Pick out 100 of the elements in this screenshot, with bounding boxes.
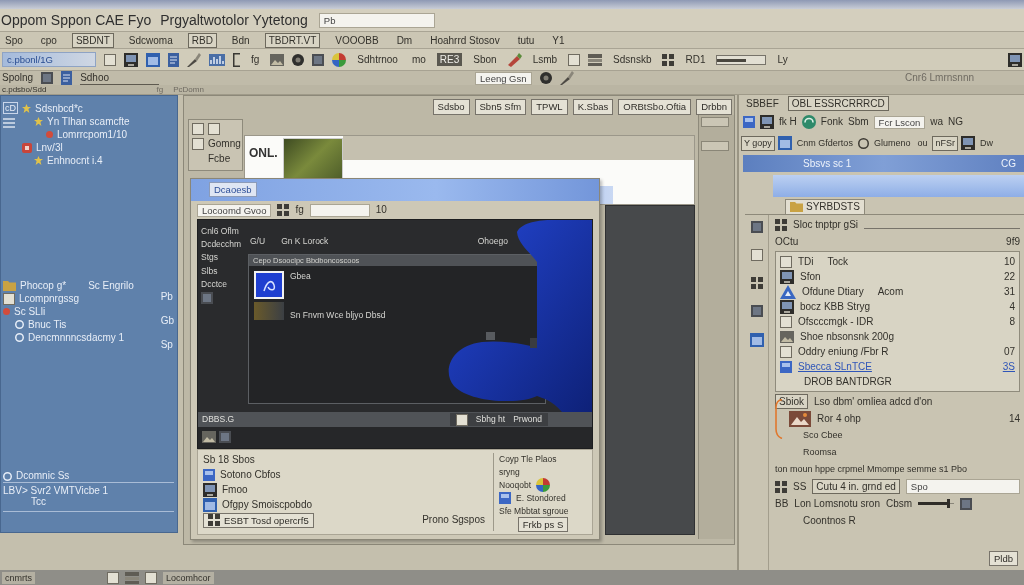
action-button[interactable]: Pldb (989, 551, 1018, 566)
menu-item[interactable]: Hoahrrd Stosov (427, 33, 503, 47)
wheel-icon[interactable] (536, 478, 551, 492)
square-icon[interactable] (312, 53, 325, 66)
toolbar-label[interactable]: fk H (779, 116, 797, 128)
menu-item[interactable]: Dm (393, 33, 416, 47)
toolbar-label[interactable]: RE3 (436, 53, 463, 66)
window-icon[interactable] (203, 469, 215, 481)
toolbar-label[interactable]: NG (948, 116, 964, 128)
brush-icon[interactable] (187, 52, 201, 67)
square-icon[interactable] (960, 497, 973, 510)
menu-item[interactable]: Spo (2, 33, 26, 47)
window-icon[interactable] (499, 492, 511, 504)
square-icon[interactable] (750, 221, 763, 233)
list-row[interactable]: bocz KBB Stryg 4 (780, 299, 1015, 314)
menu-item[interactable]: RBD (187, 32, 217, 48)
square-icon[interactable] (750, 305, 763, 317)
square-icon[interactable] (208, 123, 220, 135)
toolbar-label[interactable]: Fonk (820, 116, 843, 128)
list-row[interactable]: Sfon 22 (780, 269, 1015, 284)
tool-label[interactable]: Glumeno (871, 136, 913, 150)
toolbar-label[interactable]: fg (295, 204, 304, 216)
circle-icon[interactable] (539, 72, 552, 84)
option-label[interactable]: Spolng (2, 72, 34, 84)
tree-item[interactable]: Bnuc Tis (28, 318, 67, 331)
list-row[interactable]: Ofdune Dtiary Acom 31 (780, 284, 1015, 299)
square-icon[interactable] (41, 72, 54, 84)
window-icon[interactable] (203, 498, 217, 512)
list-row[interactable]: DROB BANTDRGR (780, 374, 1015, 389)
action-button[interactable]: Frkb ps S (517, 516, 569, 532)
toolbar-label[interactable]: Sbm (848, 116, 869, 128)
square-icon[interactable] (568, 53, 581, 66)
grid-icon[interactable] (662, 53, 675, 66)
toolbar-label[interactable]: wa (930, 116, 944, 128)
ring-icon[interactable] (857, 137, 869, 149)
swirl-icon[interactable] (801, 115, 816, 129)
action-button[interactable]: ESBT Tosd opercrf5 (203, 512, 314, 528)
toolbar-label[interactable]: RD1 (682, 53, 709, 66)
pen-icon[interactable] (507, 52, 522, 67)
tab-button[interactable]: Sbn5 Sfm (474, 99, 527, 115)
grid-icon[interactable] (775, 218, 787, 231)
tool-label[interactable]: ou (915, 136, 930, 150)
path-label[interactable]: c.pdsbo/Sdd (2, 85, 47, 94)
slider-track[interactable] (716, 54, 767, 65)
tree-item[interactable]: Enhnocnt i.4 (47, 154, 103, 167)
square-icon[interactable] (145, 571, 157, 584)
tree-item[interactable]: Phocop g* (20, 279, 67, 292)
document-icon[interactable] (61, 71, 73, 85)
small-button[interactable] (701, 117, 729, 127)
menu-item[interactable]: cpo (37, 33, 60, 47)
monitor-icon[interactable] (124, 52, 138, 67)
tree-item[interactable]: Sc SLli (14, 305, 46, 318)
tree-item[interactable]: Lnv/3l (36, 141, 63, 154)
tab[interactable]: SYRBDSTS (785, 199, 865, 214)
menu-item[interactable]: Sdcwoma (125, 33, 176, 47)
toolbar-label[interactable]: Ly (774, 53, 791, 66)
tree-item[interactable]: Lcompnrgssg (19, 292, 80, 305)
taskbar-button[interactable]: Locomhcor (163, 571, 214, 584)
square-icon[interactable] (192, 138, 204, 150)
monitor-icon[interactable] (203, 483, 217, 497)
square-icon[interactable] (750, 249, 763, 261)
grid-icon[interactable] (775, 480, 787, 493)
bar-chart-icon[interactable] (209, 53, 225, 66)
option-label[interactable]: Sotono Cbfos (220, 469, 281, 481)
text-field[interactable]: Pb (318, 12, 435, 28)
side-button[interactable]: Gomng (208, 138, 241, 150)
document-icon[interactable] (168, 52, 179, 67)
menu-item[interactable]: Y1 (549, 33, 568, 47)
square-icon[interactable] (107, 571, 119, 584)
monitor-icon[interactable] (960, 136, 975, 150)
list-row[interactable]: Sbecca SLnTCE 3S (780, 359, 1015, 374)
stack-icon[interactable] (588, 53, 603, 66)
text-field[interactable]: Leeng Gsn (475, 71, 532, 85)
list-row[interactable]: Oddry eniung /Fbr R 07 (780, 344, 1015, 359)
tab-button[interactable]: TPWL (531, 99, 568, 115)
window-icon[interactable] (749, 333, 764, 347)
menu-item[interactable]: VOOOBB (332, 33, 382, 47)
menu-item[interactable]: tutu (514, 33, 538, 47)
tree-item[interactable]: Yn Tlhan scamcfte (47, 115, 130, 128)
window-icon[interactable] (146, 52, 160, 67)
option-label[interactable]: Ofgpy Smoiscpobdo (222, 499, 313, 511)
tree-item[interactable]: Sdsnbcd*c (35, 102, 83, 115)
menu-item[interactable]: SBDNT (71, 32, 114, 48)
wheel-icon[interactable] (332, 52, 347, 67)
menu-item[interactable]: TBDRT.VT (264, 32, 321, 48)
toolbar-label[interactable]: Sdhtrnoo (354, 53, 401, 66)
text-field[interactable]: Spo (905, 479, 1020, 494)
tree-item[interactable]: Lomrrcpom1/10 (57, 128, 128, 141)
option-label[interactable]: Fmoo (222, 484, 248, 496)
list-row[interactable]: TDi Tock 10 (780, 254, 1015, 269)
menu-item[interactable]: Bdn (228, 33, 253, 47)
tool-label[interactable]: Dw (977, 136, 995, 150)
window-icon[interactable] (743, 116, 755, 128)
side-button[interactable]: Fcbe (208, 153, 231, 165)
list-row[interactable]: Ofscccmgk - IDR 8 (780, 314, 1015, 329)
bracket-icon[interactable] (233, 52, 240, 67)
stack-icon[interactable] (125, 571, 139, 584)
tree-item[interactable]: Dencmnnncsdacmy 1 (28, 331, 125, 344)
slider-thumb[interactable] (946, 499, 950, 508)
toolbar-label[interactable]: 10 (375, 204, 387, 216)
